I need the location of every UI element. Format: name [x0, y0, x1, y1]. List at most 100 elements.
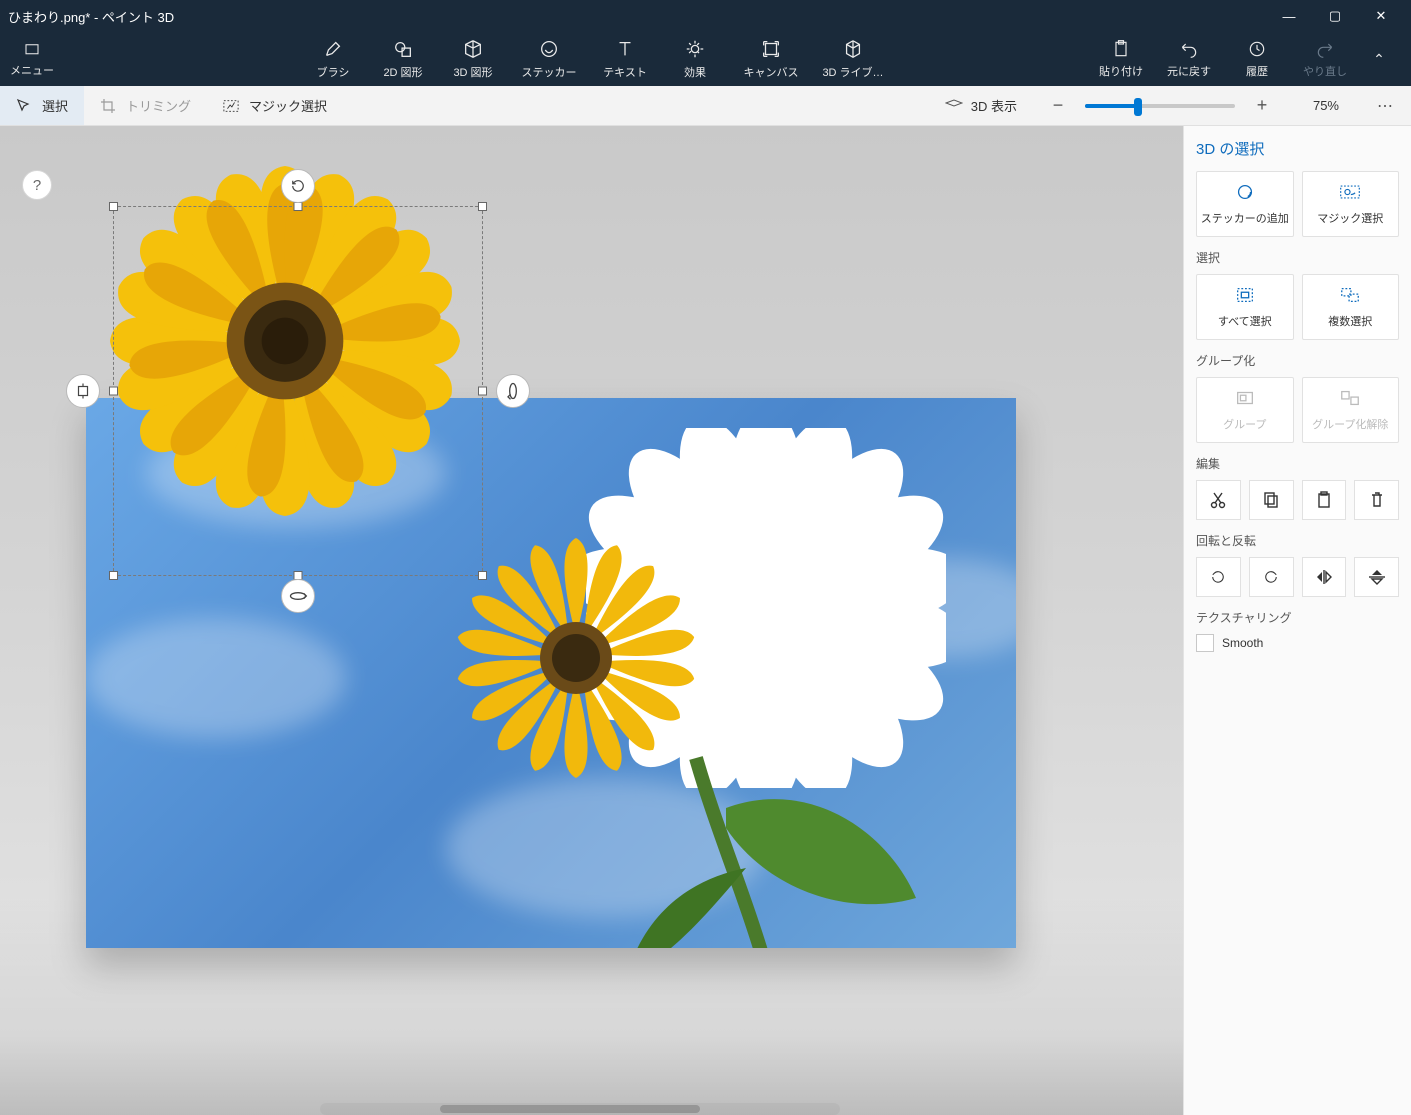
window-buttons: — ▢ ✕: [1275, 8, 1403, 24]
resize-handle-w[interactable]: [109, 387, 118, 396]
tool-brush[interactable]: ブラシ: [304, 38, 362, 80]
tool-2d-shapes[interactable]: 2D 図形: [374, 38, 432, 80]
paste-sidepanel-button[interactable]: [1302, 480, 1347, 520]
history-label: 履歴: [1246, 63, 1268, 79]
select-tool[interactable]: 選択: [0, 86, 84, 125]
help-button[interactable]: ?: [22, 170, 52, 200]
rotate-ccw-button[interactable]: [1249, 557, 1294, 597]
section-group-label: グループ化: [1196, 352, 1399, 369]
magic-select-card[interactable]: マジック選択: [1302, 171, 1400, 237]
multi-select-label: 複数選択: [1328, 313, 1372, 329]
resize-handle-nw[interactable]: [109, 202, 118, 211]
multi-select-card[interactable]: 複数選択: [1302, 274, 1400, 340]
minimize-button[interactable]: —: [1275, 9, 1303, 24]
rotate-x-handle-icon[interactable]: [496, 374, 530, 408]
select-tool-label: 選択: [42, 96, 68, 115]
close-button[interactable]: ✕: [1367, 8, 1395, 24]
smooth-checkbox-row[interactable]: Smooth: [1196, 634, 1399, 652]
tool-sticker[interactable]: ステッカー: [514, 38, 584, 80]
resize-handle-e[interactable]: [478, 387, 487, 396]
scrollbar-thumb[interactable]: [440, 1105, 700, 1113]
rotate-y-handle-icon[interactable]: [281, 579, 315, 613]
flip-horizontal-button[interactable]: [1302, 557, 1347, 597]
tool-effects[interactable]: 効果: [666, 38, 724, 80]
redo-label: やり直し: [1303, 63, 1347, 79]
titlebar: ひまわり.png* - ペイント 3D — ▢ ✕: [0, 0, 1411, 32]
resize-handle-se[interactable]: [478, 571, 487, 580]
resize-handle-n[interactable]: [294, 202, 303, 211]
select-all-card[interactable]: すべて選択: [1196, 274, 1294, 340]
group-label: グループ: [1223, 416, 1266, 432]
zoom-slider[interactable]: [1085, 104, 1235, 108]
horizontal-scrollbar[interactable]: [320, 1103, 840, 1115]
canvas-stage[interactable]: ?: [0, 126, 1183, 1115]
view-3d-toggle[interactable]: 3D 表示: [945, 96, 1045, 115]
tool-effects-label: 効果: [684, 64, 706, 80]
copy-button[interactable]: [1249, 480, 1294, 520]
undo-button[interactable]: 元に戻す: [1161, 39, 1217, 79]
undo-label: 元に戻す: [1167, 63, 1211, 79]
cut-button[interactable]: [1196, 480, 1241, 520]
paste-button[interactable]: 貼り付け: [1093, 39, 1149, 79]
sub-toolbar: 選択 トリミング マジック選択 3D 表示 − + 75% ⋯: [0, 86, 1411, 126]
background-sunflower: [446, 528, 1006, 948]
maximize-button[interactable]: ▢: [1321, 8, 1349, 24]
tool-3d-shapes[interactable]: 3D 図形: [444, 38, 502, 80]
ribbon-collapse-icon[interactable]: ⌃: [1365, 51, 1393, 68]
history-button[interactable]: 履歴: [1229, 39, 1285, 79]
ribbon-tools: ブラシ 2D 図形 3D 図形 ステッカー テキスト 効果 キャンバス 3D: [304, 38, 888, 80]
add-sticker-label: ステッカーの追加: [1201, 210, 1289, 226]
add-sticker-card[interactable]: ステッカーの追加: [1196, 171, 1294, 237]
paste-label: 貼り付け: [1099, 63, 1143, 79]
ribbon: メニュー ブラシ 2D 図形 3D 図形 ステッカー テキスト 効果: [0, 32, 1411, 86]
workspace: ?: [0, 126, 1411, 1115]
section-edit-label: 編集: [1196, 455, 1399, 472]
smooth-label: Smooth: [1222, 636, 1263, 650]
side-panel: 3D の選択 ステッカーの追加 マジック選択 選択 すべて選択 複数選択 グルー…: [1183, 126, 1411, 1115]
resize-handle-ne[interactable]: [478, 202, 487, 211]
zoom-slider-thumb[interactable]: [1134, 98, 1142, 116]
tool-text-label: テキスト: [603, 64, 647, 80]
zoom-out-button[interactable]: −: [1045, 95, 1071, 116]
flip-vertical-button[interactable]: [1354, 557, 1399, 597]
tool-3d-library[interactable]: 3D ライブ…: [818, 38, 888, 80]
tool-canvas[interactable]: キャンバス: [736, 38, 806, 80]
section-select-label: 選択: [1196, 249, 1399, 266]
help-icon: ?: [33, 177, 41, 194]
rotate-cw-button[interactable]: [1196, 557, 1241, 597]
delete-button[interactable]: [1354, 480, 1399, 520]
menu-label: メニュー: [0, 62, 64, 78]
selected-sunflower-object[interactable]: [110, 166, 460, 516]
resize-handle-sw[interactable]: [109, 571, 118, 580]
tool-text[interactable]: テキスト: [596, 38, 654, 80]
more-options-icon[interactable]: ⋯: [1359, 96, 1411, 116]
depth-handle-icon[interactable]: [66, 374, 100, 408]
select-all-label: すべて選択: [1218, 313, 1272, 329]
rotate-z-handle-icon[interactable]: [281, 169, 315, 203]
magic-select-label: マジック選択: [249, 96, 327, 115]
tool-brush-label: ブラシ: [317, 64, 350, 80]
tool-2d-label: 2D 図形: [383, 64, 422, 80]
redo-button: やり直し: [1297, 39, 1353, 79]
smooth-checkbox[interactable]: [1196, 634, 1214, 652]
zoom-in-button[interactable]: +: [1249, 95, 1275, 116]
view-3d-label: 3D 表示: [971, 96, 1017, 115]
window-title: ひまわり.png* - ペイント 3D: [8, 7, 1275, 26]
crop-tool[interactable]: トリミング: [84, 86, 207, 125]
tool-3dlib-label: 3D ライブ…: [822, 64, 883, 80]
section-texture-label: テクスチャリング: [1196, 609, 1399, 626]
tool-3d-label: 3D 図形: [453, 64, 492, 80]
magic-select-tool[interactable]: マジック選択: [207, 86, 343, 125]
magic-select-card-label: マジック選択: [1317, 210, 1383, 226]
ungroup-label: グループ化解除: [1312, 416, 1388, 432]
tool-canvas-label: キャンバス: [744, 64, 799, 80]
tool-sticker-label: ステッカー: [522, 64, 577, 80]
zoom-percent: 75%: [1289, 98, 1339, 113]
ungroup-card: グループ化解除: [1302, 377, 1400, 443]
menu-button[interactable]: メニュー: [0, 41, 64, 78]
crop-tool-label: トリミング: [126, 96, 191, 115]
zoom-controls: − + 75%: [1045, 95, 1349, 116]
section-rotate-label: 回転と反転: [1196, 532, 1399, 549]
side-panel-title: 3D の選択: [1196, 138, 1399, 159]
group-card: グループ: [1196, 377, 1294, 443]
